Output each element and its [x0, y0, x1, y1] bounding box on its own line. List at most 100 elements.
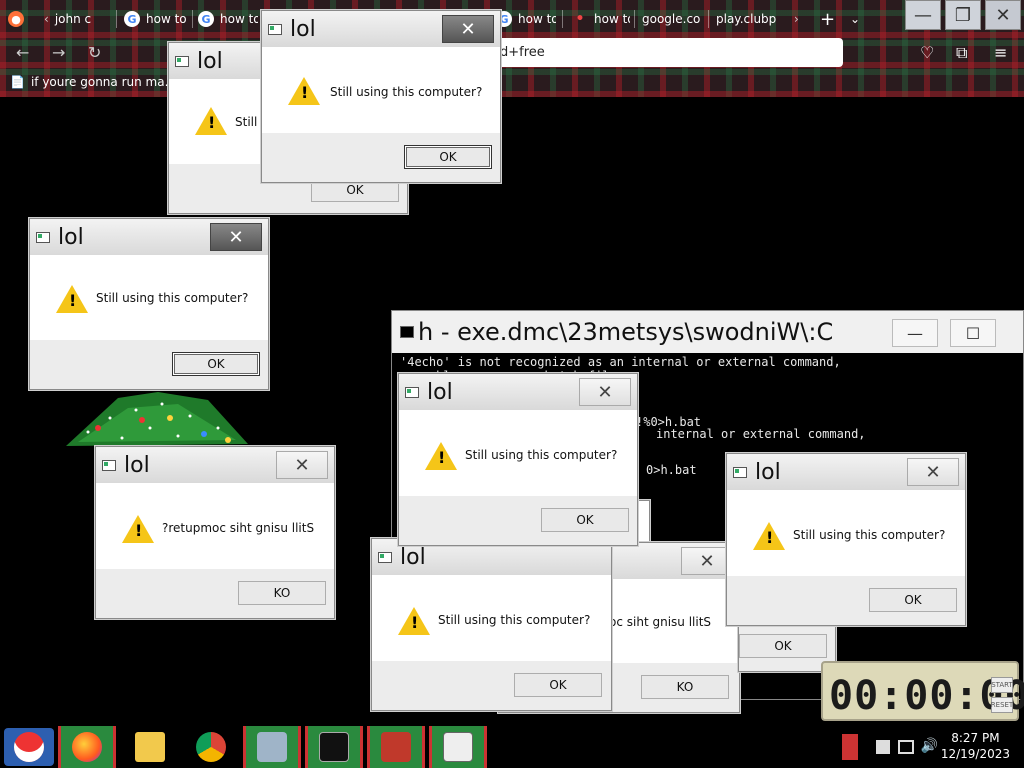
- dialog-title: lol: [197, 48, 223, 74]
- window-icon: [443, 732, 473, 762]
- google-icon: G: [124, 11, 140, 27]
- dialog-title: lol: [58, 224, 84, 250]
- tab-3[interactable]: Ghow to: [198, 8, 258, 30]
- firefox-icon[interactable]: ●: [8, 8, 30, 30]
- taskbar-cmd[interactable]: [305, 726, 363, 768]
- tab-1[interactable]: ‹ john c: [44, 8, 108, 30]
- ok-button[interactable]: OK: [514, 673, 602, 697]
- url-bar[interactable]: d+free: [470, 38, 843, 67]
- clock-time: 8:27 PM: [951, 731, 1000, 745]
- taskbar-file-explorer[interactable]: [121, 726, 179, 768]
- dialog-titlebar[interactable]: lol ✕: [399, 374, 637, 410]
- reload-icon[interactable]: ↻: [88, 43, 101, 62]
- bookmarks-bar: 📄 if youre gonna run ma...: [0, 68, 1024, 97]
- clock-date: 12/19/2023: [940, 747, 1010, 761]
- app-icon: [102, 459, 116, 471]
- tab-label: play.clubp: [716, 12, 777, 26]
- tab-8[interactable]: play.clubp: [716, 8, 782, 30]
- tab-label: how to: [594, 12, 630, 26]
- console-line: internal or external command,: [656, 427, 866, 441]
- flag-icon[interactable]: [876, 740, 890, 754]
- minimize-button[interactable]: —: [905, 0, 941, 30]
- tab-label: john c: [54, 12, 92, 26]
- computer-icon: [257, 732, 287, 762]
- message-dialog: lol ✕ ! ?retupmoc siht gnisu llitS KO: [95, 446, 335, 619]
- new-tab-icon[interactable]: +: [820, 8, 836, 30]
- ko-button[interactable]: KO: [641, 675, 729, 699]
- pocket-icon[interactable]: ♡: [920, 43, 934, 62]
- tab-scroll-right-icon[interactable]: ›: [794, 8, 808, 30]
- ok-button[interactable]: OK: [869, 588, 957, 612]
- close-button[interactable]: ✕: [985, 0, 1021, 30]
- tray-icon[interactable]: [842, 734, 858, 760]
- cmd-titlebar[interactable]: C:\Windows\system32\cmd.exe - h — ☐: [392, 311, 1023, 353]
- tab-label: how to: [220, 12, 258, 26]
- app-icon: [733, 466, 747, 478]
- back-icon[interactable]: ←: [16, 43, 29, 62]
- warning-icon: !: [398, 607, 430, 635]
- dialog-message: Still using this computer?: [330, 85, 483, 99]
- close-icon[interactable]: ✕: [276, 451, 328, 479]
- dialog-titlebar[interactable]: lol ✕: [727, 454, 965, 490]
- dialog-title: lol: [755, 459, 781, 485]
- menu-icon[interactable]: ≡: [994, 43, 1007, 62]
- toolbox-icon: [381, 732, 411, 762]
- taskbar-dialog-app[interactable]: [429, 726, 487, 768]
- ok-button[interactable]: OK: [541, 508, 629, 532]
- taskbar-toolbox[interactable]: [367, 726, 425, 768]
- close-icon[interactable]: ✕: [442, 15, 494, 43]
- tab-2[interactable]: Ghow to: [124, 8, 188, 30]
- ok-button[interactable]: OK: [404, 145, 492, 169]
- dialog-title: lol: [290, 16, 316, 42]
- dialog-titlebar[interactable]: lol ✕: [96, 447, 334, 483]
- app-icon: [405, 386, 419, 398]
- tab-7[interactable]: google.co: [642, 8, 704, 30]
- dialog-title: lol: [124, 452, 150, 478]
- ko-button[interactable]: KO: [238, 581, 326, 605]
- taskbar-chrome[interactable]: [182, 726, 240, 768]
- start-button[interactable]: [4, 728, 54, 766]
- tab-6[interactable]: • how to: [572, 8, 630, 30]
- minimize-button[interactable]: —: [892, 319, 938, 347]
- bookmark-item[interactable]: 📄 if youre gonna run ma...: [10, 75, 176, 89]
- chevron-down-icon[interactable]: ⌄: [850, 8, 866, 30]
- timer-start-button[interactable]: START: [991, 677, 1013, 693]
- dialog-message: Still using this computer?: [465, 448, 618, 462]
- ok-button[interactable]: OK: [172, 352, 260, 376]
- tab-5[interactable]: Ghow to: [496, 8, 556, 30]
- folder-icon: [135, 732, 165, 762]
- clock[interactable]: 8:27 PM 12/19/2023: [941, 730, 1010, 762]
- network-icon[interactable]: [898, 740, 914, 754]
- app-icon: [175, 55, 189, 67]
- tab-label: google.co: [642, 12, 701, 26]
- app-icon: [378, 551, 392, 563]
- extensions-icon[interactable]: ⧉: [956, 43, 967, 63]
- warning-icon: !: [122, 515, 154, 543]
- forward-icon[interactable]: →: [52, 43, 65, 62]
- warning-icon: !: [425, 442, 457, 470]
- close-icon[interactable]: ✕: [907, 458, 959, 486]
- console-line: 0>h.bat: [646, 463, 697, 477]
- dialog-message: oc siht gnisu llitS: [609, 615, 712, 629]
- console-line: '4echo' is not recognized as an internal…: [400, 355, 841, 369]
- app-icon: [36, 231, 50, 243]
- timer-widget: 00:00:00 START RESET: [821, 661, 1024, 721]
- dialog-titlebar[interactable]: lol ✕: [262, 11, 500, 47]
- ok-button[interactable]: OK: [739, 634, 827, 658]
- dialog-message: Still using this computer?: [793, 528, 946, 542]
- close-icon[interactable]: ✕: [579, 378, 631, 406]
- warning-icon: !: [195, 107, 227, 135]
- close-icon[interactable]: ✕: [210, 223, 262, 251]
- google-icon: G: [198, 11, 214, 27]
- message-dialog: lol ! Still using this computer? OK: [371, 538, 612, 711]
- timer-reset-button[interactable]: RESET: [991, 697, 1013, 713]
- browser-window: ● ‹ john c Ghow to Ghow to Ghow to • how t…: [0, 0, 1024, 97]
- dialog-titlebar[interactable]: lol ✕: [30, 219, 268, 255]
- url-text: d+free: [500, 45, 545, 60]
- taskbar-firefox[interactable]: [58, 726, 116, 768]
- taskbar: 🔊 8:27 PM 12/19/2023: [0, 726, 1024, 768]
- maximize-button[interactable]: ❐: [945, 0, 981, 30]
- volume-icon[interactable]: 🔊: [921, 738, 938, 754]
- taskbar-computer[interactable]: [243, 726, 301, 768]
- maximize-button[interactable]: ☐: [950, 319, 996, 347]
